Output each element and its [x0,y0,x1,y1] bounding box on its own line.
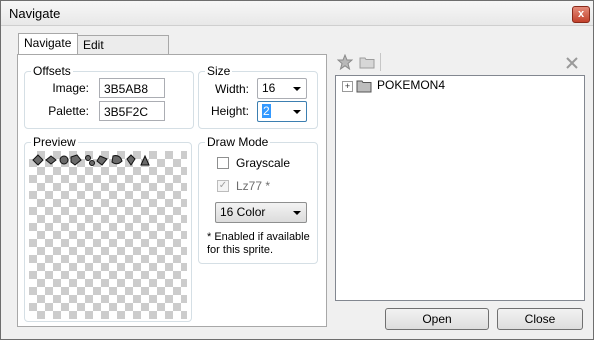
grayscale-label: Grayscale [236,156,291,170]
sprite-preview [29,151,187,319]
draw-mode-group-title: Draw Mode [205,135,271,149]
title-bar: Navigate x [1,1,593,26]
color-mode-select[interactable]: 16 Color [215,202,307,223]
star-icon[interactable] [337,54,353,70]
image-offset-field[interactable]: 3B5AB8 [99,78,165,98]
palette-label: Palette: [48,104,89,118]
offsets-group: Offsets Image: 3B5AB8 Palette: 3B5F2C [24,64,194,129]
image-label: Image: [52,81,89,95]
palette-offset-field[interactable]: 3B5F2C [99,101,165,121]
width-label: Width: [214,82,249,96]
tab-edit-bookmarks[interactable]: Edit BookMarks [77,35,169,70]
lz77-checkbox[interactable]: ✓ [217,180,229,192]
color-mode-value: 16 Color [220,205,266,219]
window-close-button[interactable]: x [572,6,590,23]
height-value: 2 [262,104,271,118]
tree-expander[interactable]: + [342,81,353,92]
open-button[interactable]: Open [385,308,489,330]
toolbar-separator [380,53,381,71]
offsets-group-title: Offsets [31,64,73,78]
height-select[interactable]: 2 [257,101,307,122]
tab-navigate[interactable]: Navigate [18,33,78,54]
close-button[interactable]: Close [497,308,583,330]
width-value: 16 [262,81,276,95]
chevron-down-icon [293,110,301,114]
draw-mode-group: Draw Mode Grayscale ✓ Lz77 * 16 Color * … [198,135,318,264]
sprite-preview-image [32,154,150,166]
lz77-label: Lz77 * [236,179,271,193]
navigate-window: Navigate x Navigate Edit BookMarks Offse… [0,0,594,340]
bookmark-tree[interactable]: + POKEMON4 [335,75,585,301]
folder-icon [356,80,372,93]
height-label: Height: [210,104,249,118]
close-icon[interactable] [564,55,580,71]
width-select[interactable]: 16 [257,78,307,99]
preview-group-title: Preview [31,135,78,149]
size-group: Size Width: 16 Height: 2 [198,64,318,129]
grayscale-checkbox[interactable] [217,157,229,169]
draw-mode-note: * Enabled if available for this sprite. [207,231,310,256]
chevron-down-icon [293,87,301,91]
folder-icon[interactable] [359,54,375,70]
window-title: Navigate [9,6,61,21]
size-group-title: Size [205,64,233,78]
chevron-down-icon [293,211,301,215]
tree-item-label[interactable]: POKEMON4 [377,78,445,92]
